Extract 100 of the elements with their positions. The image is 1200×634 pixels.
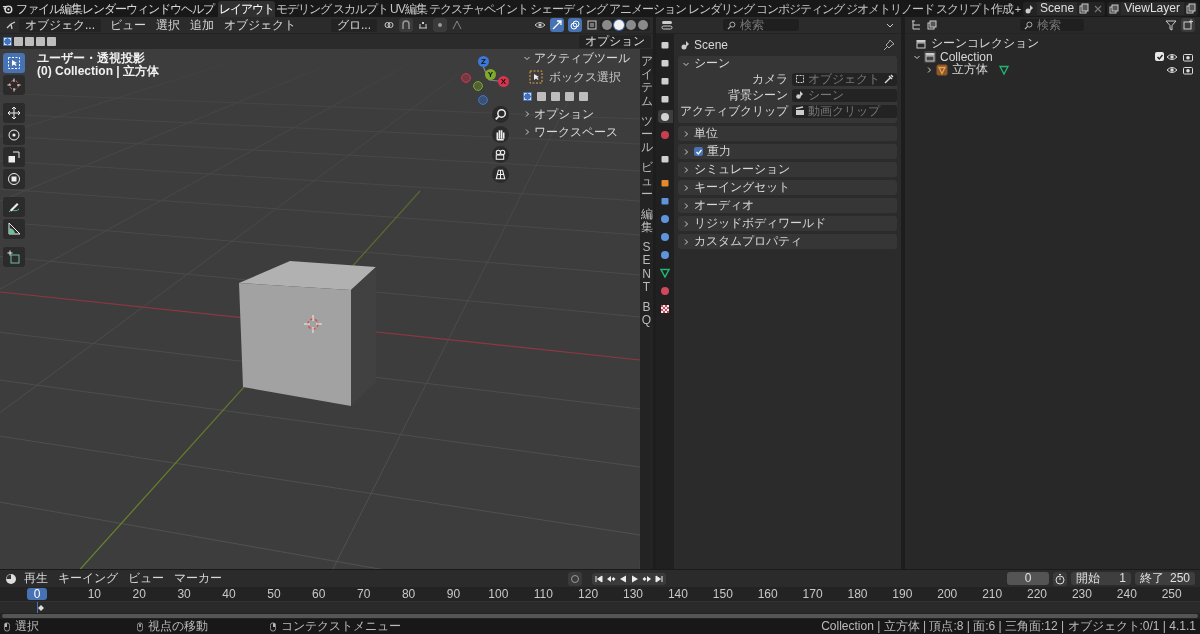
cube-drawing[interactable]: [239, 261, 376, 406]
panel-title[interactable]: オプション: [534, 105, 594, 123]
panel-header[interactable]: シーン: [678, 56, 897, 71]
filter-icon[interactable]: [1165, 19, 1177, 31]
axis-handle[interactable]: Y: [485, 69, 496, 80]
panel-header[interactable]: 単位: [678, 126, 897, 141]
properties-tab[interactable]: [657, 266, 673, 279]
chevron-icon[interactable]: [682, 237, 690, 246]
keyframe-icon[interactable]: [38, 605, 44, 611]
select-mode-button[interactable]: [579, 91, 588, 101]
menu-item[interactable]: ビュー: [123, 570, 169, 587]
record-icon[interactable]: [568, 571, 582, 586]
menu-item[interactable]: ファイル: [16, 1, 60, 16]
properties-tab[interactable]: [657, 110, 673, 123]
scene-field[interactable]: Scene: [1037, 2, 1078, 15]
search-field[interactable]: 検索: [723, 19, 799, 31]
chevron-icon[interactable]: [682, 201, 690, 210]
panel-header[interactable]: リジッドボディワールド: [678, 216, 897, 231]
select-mode-button[interactable]: [565, 91, 574, 101]
tool-button[interactable]: [3, 125, 25, 145]
editor-type-icon[interactable]: [5, 19, 17, 31]
select-mode-button[interactable]: [551, 91, 560, 101]
current-frame-field[interactable]: 0: [1007, 572, 1049, 585]
panel-header[interactable]: オーディオ: [678, 198, 897, 213]
mesh-data-icon[interactable]: [998, 63, 1010, 76]
workspace-tab[interactable]: ジオメトリノード: [844, 0, 935, 17]
proportional-icon[interactable]: [433, 18, 448, 32]
next-keyframe-icon[interactable]: [642, 573, 652, 584]
menu-item[interactable]: オブジェクト: [219, 16, 301, 34]
tool-button[interactable]: [3, 53, 25, 73]
checkbox[interactable]: [1155, 52, 1164, 61]
chevron-icon[interactable]: [682, 147, 690, 156]
workspace-tab[interactable]: モデリング: [275, 0, 332, 17]
shading-mode-button[interactable]: [614, 20, 624, 30]
sidebar-tab[interactable]: ツール: [640, 114, 653, 155]
panel-header[interactable]: キーイングセット: [678, 180, 897, 195]
sidebar-tab[interactable]: SENT: [640, 241, 653, 294]
jump-start-icon[interactable]: [594, 573, 604, 584]
gizmo-toggle-icon[interactable]: [550, 18, 564, 32]
menu-item[interactable]: マーカー: [169, 570, 227, 587]
sidebar-tab[interactable]: ビュー: [640, 161, 653, 201]
eyedropper-icon[interactable]: [884, 74, 894, 84]
editor-type-icon[interactable]: [5, 572, 17, 585]
chevron-icon[interactable]: [682, 219, 690, 228]
tool-button[interactable]: [3, 219, 25, 239]
property-field[interactable]: シーン: [792, 88, 897, 102]
xray-icon[interactable]: [586, 19, 598, 31]
chevron-icon[interactable]: [523, 54, 531, 62]
menu-item[interactable]: ビュー: [105, 16, 151, 34]
axis-handle[interactable]: Z: [478, 56, 489, 67]
visibility-icon[interactable]: [534, 19, 546, 31]
end-frame-field[interactable]: 終了 250: [1135, 572, 1195, 585]
panel-header[interactable]: カスタムプロパティ: [678, 234, 897, 249]
sidebar-tab[interactable]: BQ: [640, 301, 653, 328]
select-mode-button[interactable]: [3, 37, 12, 46]
chevron-icon[interactable]: [682, 129, 690, 138]
axis-handle[interactable]: X: [498, 76, 509, 87]
search-field[interactable]: 検索: [1019, 19, 1084, 31]
logo-icon[interactable]: [2, 3, 13, 14]
panel-header[interactable]: シミュレーション: [678, 162, 897, 177]
chevron-icon[interactable]: [925, 65, 933, 74]
camera-icon[interactable]: [492, 146, 509, 163]
snap-icon[interactable]: [399, 18, 414, 32]
select-mode-button[interactable]: [523, 91, 532, 101]
menu-item[interactable]: レンダー: [82, 1, 126, 16]
workspace-tab[interactable]: スクリプト作成: [934, 0, 1014, 17]
view-layer-field[interactable]: ViewLayer: [1121, 2, 1184, 15]
playhead-frame[interactable]: 0: [27, 588, 47, 600]
scroll-bar[interactable]: [2, 614, 1198, 618]
menu-item[interactable]: 選択: [151, 16, 185, 34]
select-mode-button[interactable]: [537, 91, 546, 101]
tool-button[interactable]: [3, 197, 25, 217]
stopwatch-icon[interactable]: [1053, 571, 1067, 586]
workspace-tab[interactable]: レイアウト: [218, 0, 275, 17]
play-reverse-icon[interactable]: [618, 573, 628, 584]
sidebar-tab[interactable]: アイテム: [640, 55, 653, 108]
start-frame-field[interactable]: 開始 1: [1071, 572, 1131, 585]
falloff-icon[interactable]: [451, 19, 464, 31]
menu-item[interactable]: ヘルプ: [181, 1, 214, 16]
workspace-tab[interactable]: レンダリング: [686, 0, 755, 17]
grid-icon[interactable]: [492, 166, 509, 183]
zoom-icon[interactable]: [492, 106, 509, 123]
tree-item[interactable]: 立方体: [952, 61, 988, 78]
property-field[interactable]: オブジェクト: [792, 72, 897, 86]
jump-end-icon[interactable]: [654, 573, 664, 584]
hand-icon[interactable]: [492, 126, 509, 143]
workspace-tab[interactable]: コンポジティング: [754, 0, 845, 17]
menu-item[interactable]: キーイング: [53, 570, 123, 587]
tree-item[interactable]: シーンコレクション: [931, 35, 1039, 52]
mode-dropdown[interactable]: オブジェク...: [19, 18, 101, 32]
layers-icon[interactable]: [1108, 2, 1121, 15]
overlay-toggle-icon[interactable]: [568, 18, 582, 32]
menu-item[interactable]: ウィンドウ: [126, 1, 181, 16]
menu-item[interactable]: 再生: [19, 570, 53, 587]
display-mode-icon[interactable]: [926, 19, 938, 31]
workspace-tab[interactable]: テクスチャペイント: [427, 0, 529, 17]
add-workspace-button[interactable]: +: [1013, 0, 1022, 17]
menu-item[interactable]: 追加: [185, 16, 219, 34]
workspace-tab[interactable]: スカルプト: [332, 0, 389, 17]
tool-button[interactable]: [3, 169, 25, 189]
